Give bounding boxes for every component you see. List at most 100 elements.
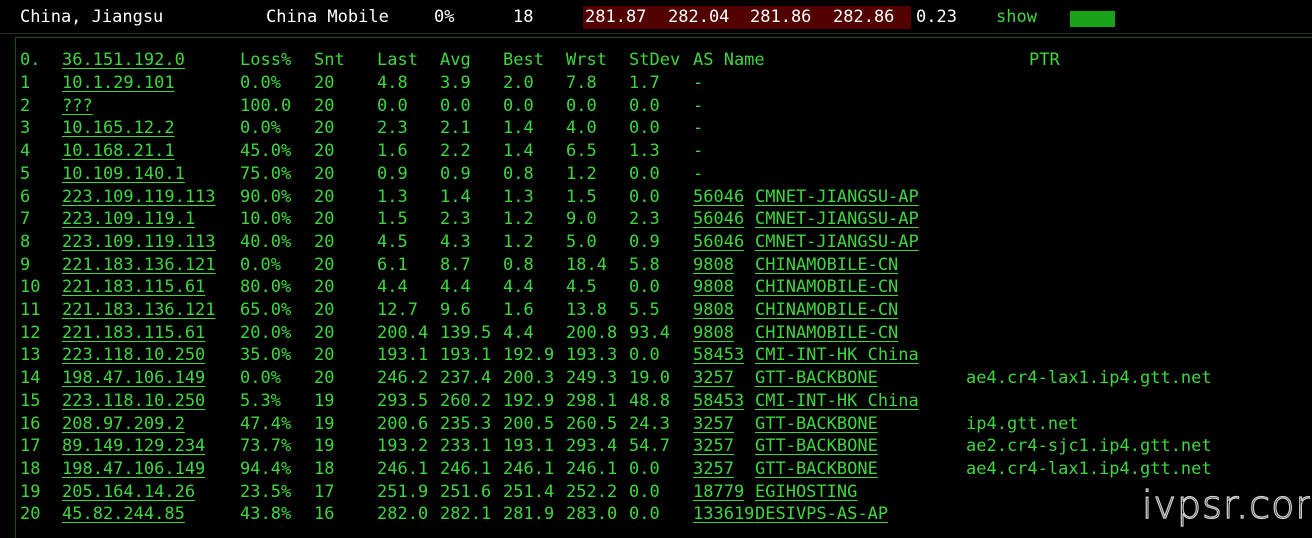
hop-ip[interactable]: 10.165.12.2: [62, 118, 175, 138]
header-hop: 0.: [20, 50, 41, 70]
hop-wrst: 9.0: [566, 209, 597, 230]
source-ip-link[interactable]: 36.151.192.0: [62, 50, 185, 70]
header-ptr: PTR: [1029, 50, 1060, 70]
hop-asn[interactable]: 3257: [693, 436, 734, 456]
hop-avg: 2.3: [440, 209, 471, 230]
hop-asname[interactable]: GTT-BACKBONE: [755, 368, 878, 388]
hop-stdev: 19.0: [629, 368, 670, 389]
hop-ip[interactable]: 208.97.209.2: [62, 414, 185, 434]
hop-asn[interactable]: 3257: [693, 414, 734, 434]
hop-asn[interactable]: 9808: [693, 300, 734, 320]
hop-avg: 2.1: [440, 118, 471, 139]
hop-asn[interactable]: 58453: [693, 345, 744, 365]
hop-asn[interactable]: 3257: [693, 368, 734, 388]
hop-asn[interactable]: 56046: [693, 209, 744, 229]
hop-asn[interactable]: 9808: [693, 323, 734, 343]
hop-asname[interactable]: GTT-BACKBONE: [755, 414, 878, 434]
hop-asn[interactable]: 56046: [693, 187, 744, 207]
hop-snt: 19: [314, 436, 335, 457]
hop-best: 200.3: [503, 368, 555, 389]
hop-number: 3: [20, 118, 31, 139]
hop-ip[interactable]: 223.109.119.1: [62, 209, 195, 229]
header-loss: Loss%: [240, 50, 292, 70]
hop-snt: 16: [314, 504, 335, 525]
hop-ip[interactable]: 221.183.136.121: [62, 300, 216, 320]
hop-number: 16: [20, 413, 41, 434]
hop-wrst: 18.4: [566, 254, 607, 275]
hop-asname[interactable]: CHINAMOBILE-CN: [755, 255, 898, 275]
hop-ip[interactable]: 223.109.119.113: [62, 187, 216, 207]
hop-asname[interactable]: CMI-INT-HK China: [755, 345, 919, 365]
hop-ip[interactable]: 221.183.136.121: [62, 255, 216, 275]
hop-snt: 20: [314, 118, 335, 139]
hop-ip[interactable]: 198.47.106.149: [62, 459, 205, 479]
hop-stdev: 0.0: [629, 118, 660, 139]
hop-asname[interactable]: CHINAMOBILE-CN: [755, 323, 898, 343]
hop-wrst: 283.0: [566, 504, 618, 525]
hop-best: 2.0: [503, 73, 534, 93]
hop-best: 251.4: [503, 481, 555, 502]
hop-snt: 20: [314, 73, 335, 93]
hop-ip[interactable]: 89.149.129.234: [62, 436, 205, 456]
hop-number: 11: [20, 300, 41, 320]
summary-loss: 0%: [434, 7, 455, 27]
hop-ip[interactable]: 10.109.140.1: [62, 164, 185, 184]
hop-best: 1.2: [503, 209, 534, 230]
hop-last: 6.1: [377, 254, 408, 275]
hop-asname[interactable]: EGIHOSTING: [755, 482, 857, 502]
hop-ip[interactable]: 198.47.106.149: [62, 368, 205, 388]
hop-asname[interactable]: CHINAMOBILE-CN: [755, 277, 898, 297]
hop-ip[interactable]: 223.109.119.113: [62, 232, 216, 252]
hop-ip[interactable]: 205.164.14.26: [62, 482, 195, 502]
hop-ip[interactable]: 221.183.115.61: [62, 277, 205, 297]
hop-ip[interactable]: ???: [62, 96, 93, 116]
hop-stdev: 0.0: [629, 186, 660, 207]
hop-asn[interactable]: 3257: [693, 459, 734, 479]
hop-asname[interactable]: CMNET-JIANGSU-AP: [755, 232, 919, 252]
hop-asn[interactable]: 18779: [693, 482, 744, 502]
hop-last: 193.1: [377, 345, 429, 366]
hop-loss: 35.0%: [240, 345, 292, 366]
hop-ip[interactable]: 223.118.10.250: [62, 345, 205, 365]
hop-loss: 47.4%: [240, 413, 292, 434]
hop-asn[interactable]: 9808: [693, 277, 734, 297]
hop-snt: 20: [314, 345, 335, 366]
hop-asname[interactable]: CMNET-JIANGSU-AP: [755, 187, 919, 207]
hop-asname[interactable]: GTT-BACKBONE: [755, 436, 878, 456]
hop-asn[interactable]: 56046: [693, 232, 744, 252]
hop-number: 15: [20, 390, 41, 411]
hop-ip[interactable]: 45.82.244.85: [62, 504, 185, 524]
hop-asn[interactable]: 133619: [693, 504, 754, 524]
hop-asname[interactable]: CHINAMOBILE-CN: [755, 300, 898, 320]
hop-asn[interactable]: 58453: [693, 391, 744, 411]
hop-asname[interactable]: GTT-BACKBONE: [755, 459, 878, 479]
table-row: 15 223.118.10.250 5.3% 19 293.5 260.2 192.9 298…: [0, 391, 1312, 413]
hop-ip[interactable]: 10.168.21.1: [62, 141, 175, 161]
hop-loss: 73.7%: [240, 436, 292, 457]
hop-number: 7: [20, 209, 31, 230]
hop-asn: -: [693, 118, 704, 139]
hop-best: 4.4: [503, 322, 534, 343]
hop-asn: -: [693, 95, 704, 116]
hop-stdev: 0.9: [629, 231, 660, 252]
show-link[interactable]: show: [996, 7, 1037, 27]
hop-ip[interactable]: 223.118.10.250: [62, 391, 205, 411]
summary-latency-3: 281.86: [750, 7, 812, 27]
hop-ip[interactable]: 10.1.29.101: [62, 73, 175, 93]
hop-loss: 23.5%: [240, 481, 292, 502]
hop-best: 246.1: [503, 458, 555, 479]
hop-asname[interactable]: CMNET-JIANGSU-AP: [755, 209, 919, 229]
hop-asname[interactable]: DESIVPS-AS-AP: [755, 504, 888, 524]
hop-last: 251.9: [377, 481, 429, 502]
hop-snt: 19: [314, 413, 335, 434]
hop-wrst: 200.8: [566, 322, 618, 343]
hop-ip[interactable]: 221.183.115.61: [62, 323, 205, 343]
hop-asname[interactable]: CMI-INT-HK China: [755, 391, 919, 411]
hop-best: 1.3: [503, 186, 534, 207]
table-row: 10 221.183.115.61 80.0% 20 4.4 4.4 4.4 4.5 0.0 98…: [0, 277, 1312, 299]
hop-stdev: 5.8: [629, 254, 660, 275]
hop-wrst: 1.2: [566, 163, 597, 184]
hop-asn[interactable]: 9808: [693, 255, 734, 275]
header-snt: Snt: [314, 50, 345, 70]
hop-avg: 246.1: [440, 458, 492, 479]
